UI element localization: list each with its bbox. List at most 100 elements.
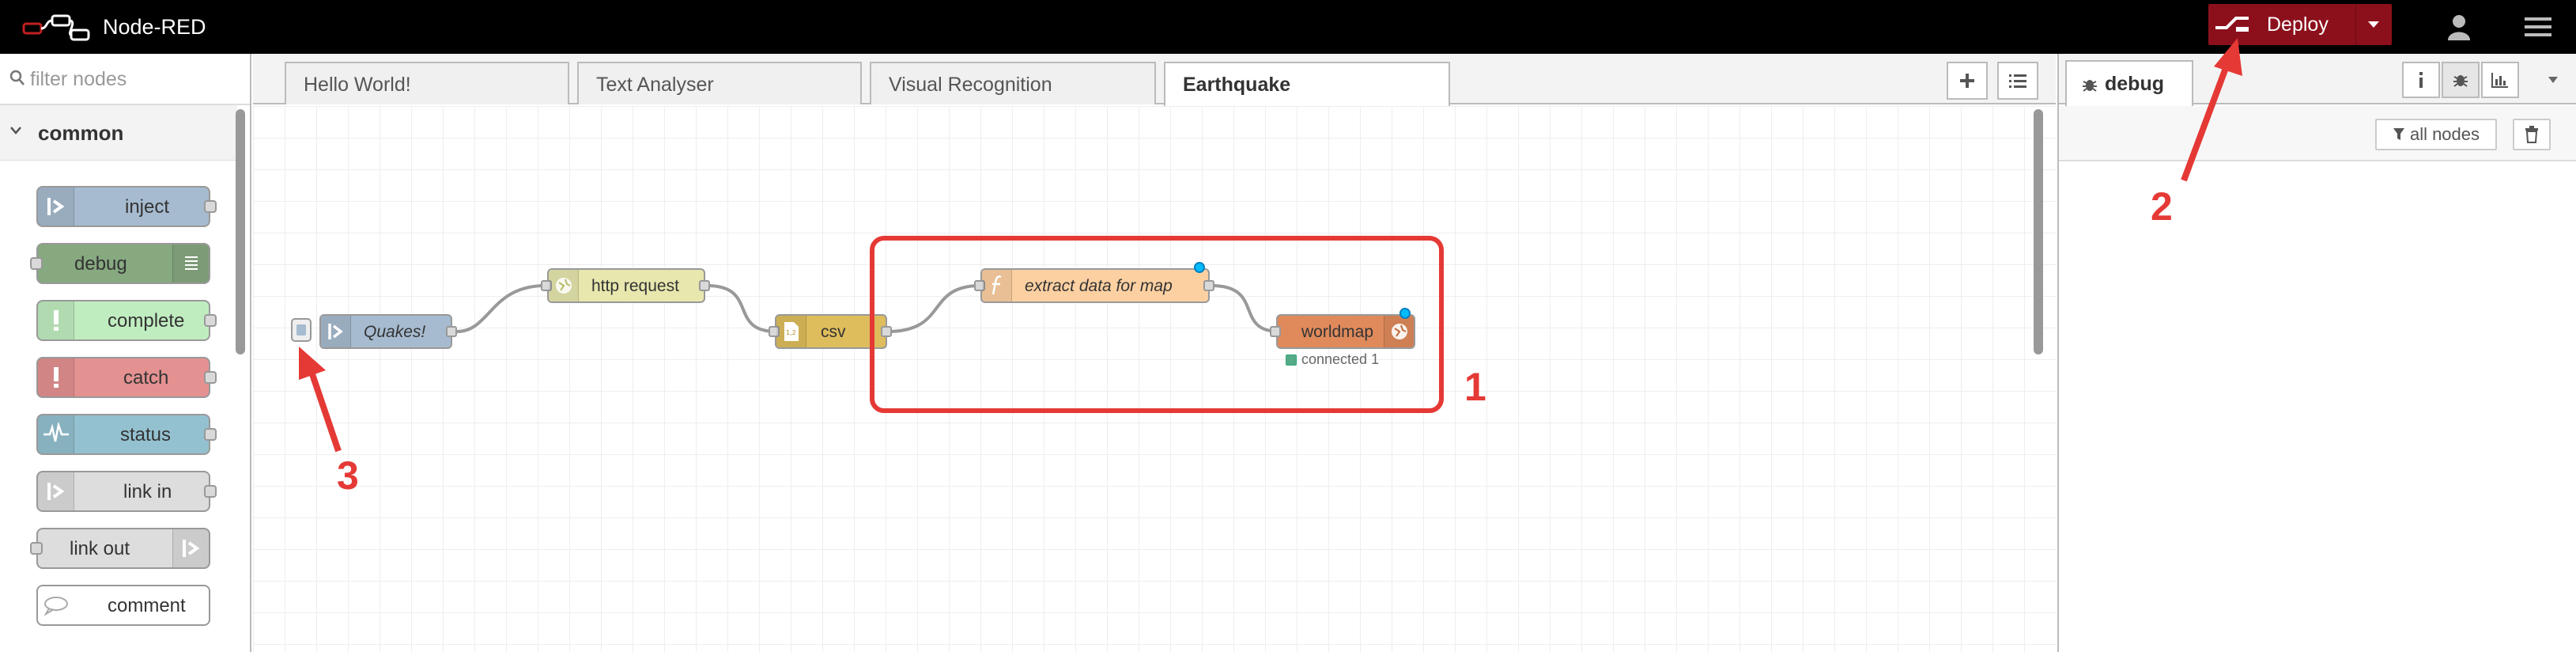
list-icon	[2009, 74, 2026, 88]
tab-hello-world[interactable]: Hello World!	[285, 62, 569, 104]
tab-label: Text Analyser	[596, 74, 714, 96]
annotation-number-1: 1	[1464, 365, 1486, 409]
palette-node-label: status	[120, 424, 172, 445]
sidebar-tab-label: debug	[2105, 73, 2164, 95]
bar-chart-icon	[2491, 73, 2508, 88]
filter-all-nodes-button[interactable]: all nodes	[2375, 119, 2497, 150]
sidebar-tabs: debug	[2059, 54, 2576, 106]
flow-node-label: http request	[591, 277, 679, 295]
output-port	[204, 428, 217, 441]
category-label: common	[38, 121, 124, 145]
arrow-in-icon	[321, 316, 351, 347]
deploy-icon	[2208, 4, 2256, 45]
node-red-logo	[22, 13, 92, 41]
header-bar: Node-RED Deploy	[0, 0, 2576, 54]
filter-icon	[2393, 128, 2404, 140]
svg-text:1,2: 1,2	[786, 329, 796, 336]
palette-node-label: comment	[108, 595, 186, 616]
csv-file-icon: 1,2	[776, 316, 806, 347]
palette-node-label: link in	[123, 481, 172, 502]
wire	[706, 284, 777, 333]
list-flows-button[interactable]	[1997, 62, 2038, 100]
palette-node-label: link out	[70, 538, 130, 559]
palette-category-header[interactable]: common	[0, 105, 237, 161]
sidebar: debug all nodes	[2057, 54, 2576, 652]
output-port	[204, 200, 217, 213]
annotation-box-1	[870, 236, 1444, 413]
palette-node-link-out[interactable]: link out	[30, 528, 210, 569]
link-icon	[172, 529, 209, 567]
palette-node-catch[interactable]: catch	[36, 357, 217, 398]
palette-node-link-in[interactable]: link in	[36, 471, 217, 512]
main-menu-button[interactable]	[2514, 5, 2562, 49]
flow-node-label: Quakes!	[364, 323, 426, 341]
tab-label: Hello World!	[304, 74, 411, 96]
output-port[interactable]	[446, 326, 457, 337]
user-menu-button[interactable]	[2435, 5, 2483, 49]
deploy-menu-caret[interactable]	[2355, 4, 2392, 45]
inject-trigger-button[interactable]	[291, 318, 312, 342]
link-icon	[38, 472, 74, 510]
palette-node-label: complete	[108, 310, 185, 332]
palette-node-label: inject	[125, 196, 170, 218]
tab-label: Visual Recognition	[889, 74, 1052, 96]
filter-label: all nodes	[2409, 124, 2480, 144]
search-icon	[9, 70, 25, 85]
flow-node-quakes[interactable]: Quakes!	[319, 314, 457, 349]
bug-icon	[2083, 80, 2097, 92]
chevron-down-icon	[10, 127, 21, 135]
annotation-number-3: 3	[337, 453, 359, 498]
workspace-tabs: Hello World! Text Analyser Visual Recogn…	[253, 54, 2182, 106]
palette-scrollbar[interactable]	[236, 109, 245, 354]
palette-node-inject[interactable]: inject	[36, 186, 217, 227]
arrow-in-icon	[38, 188, 74, 226]
exclamation-icon	[38, 358, 74, 396]
trash-icon	[2525, 126, 2538, 143]
palette-node-comment[interactable]: comment	[36, 585, 210, 626]
palette-node-debug[interactable]: debug	[30, 243, 210, 284]
flow-node-http-request[interactable]: http request	[541, 268, 710, 303]
output-port	[204, 314, 217, 327]
palette-node-complete[interactable]: complete	[36, 300, 217, 341]
sidebar-tab-debug[interactable]: debug	[2065, 60, 2193, 106]
canvas-scrollbar[interactable]	[2034, 109, 2043, 354]
output-port[interactable]	[699, 280, 710, 291]
list-icon	[172, 244, 209, 282]
flow-node-label: csv	[821, 323, 846, 341]
comment-icon	[38, 586, 74, 624]
plus-icon	[1960, 74, 1974, 88]
caret-down-icon	[2548, 77, 2558, 83]
debug-tab-button[interactable]	[2442, 62, 2480, 98]
app-title: Node-RED	[103, 14, 206, 39]
hamburger-menu-icon	[2525, 17, 2551, 36]
output-port	[204, 485, 217, 498]
pulse-icon	[38, 415, 74, 453]
sidebar-menu-caret[interactable]	[2541, 68, 2565, 92]
user-icon	[2448, 15, 2470, 40]
wire	[456, 284, 546, 333]
annotation-number-2: 2	[2151, 184, 2173, 229]
palette-filter	[0, 54, 250, 105]
tab-visual-recognition[interactable]: Visual Recognition	[870, 62, 1156, 104]
brand: Node-RED	[22, 11, 206, 43]
output-port	[204, 371, 217, 384]
dashboard-tab-button[interactable]	[2481, 62, 2519, 98]
tab-earthquake[interactable]: Earthquake	[1164, 62, 1450, 106]
clear-debug-button[interactable]	[2513, 119, 2551, 150]
input-port	[30, 542, 43, 555]
info-icon	[2419, 72, 2423, 88]
tab-label: Earthquake	[1183, 74, 1291, 96]
caret-down-icon	[2368, 21, 2379, 28]
node-palette: common inject debug complete catch	[0, 54, 251, 652]
add-flow-button[interactable]	[1947, 62, 1988, 100]
filter-nodes-input[interactable]	[30, 63, 236, 95]
input-port	[30, 257, 43, 270]
palette-node-label: catch	[123, 367, 169, 389]
bug-icon	[2453, 75, 2468, 87]
tab-text-analyser[interactable]: Text Analyser	[577, 62, 862, 104]
debug-toolbar: all nodes	[2059, 106, 2576, 161]
globe-icon	[549, 270, 579, 301]
palette-node-status[interactable]: status	[36, 414, 217, 455]
deploy-button[interactable]: Deploy	[2208, 4, 2392, 45]
info-tab-button[interactable]	[2402, 62, 2440, 98]
